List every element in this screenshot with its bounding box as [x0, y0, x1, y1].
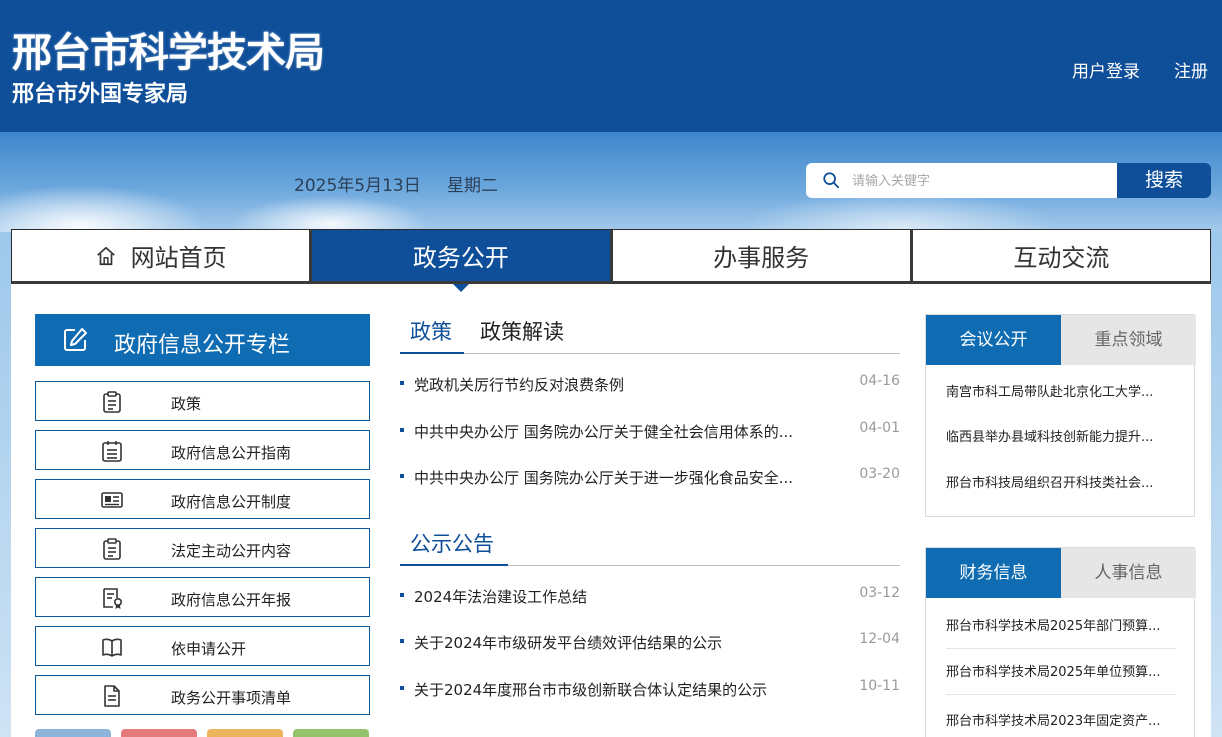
finance-item[interactable]: 邢台市科学技术局2023年固定资产... [946, 700, 1176, 737]
left-item-annual-report[interactable]: 政府信息公开年报 [35, 577, 370, 617]
report-badge-icon [103, 588, 123, 609]
left-item-on-request[interactable]: 依申请公开 [35, 626, 370, 666]
news-title: 中共中央办公厅 国务院办公厅关于健全社会信用体系的... [414, 423, 794, 441]
current-date: 2025年5月13日 [294, 176, 421, 196]
left-item-system[interactable]: 政府信息公开制度 [35, 479, 370, 519]
bullet [400, 593, 404, 597]
news-row[interactable]: 党政机关厉行节约反对浪费条例 04-16 [400, 372, 900, 396]
document-icon [104, 685, 120, 707]
left-item-label: 依申请公开 [171, 640, 247, 658]
notice-title: 2024年法治建设工作总结 [414, 588, 588, 606]
news-date: 04-16 [859, 373, 900, 389]
tab-finance[interactable]: 财务信息 [926, 548, 1061, 598]
quick-link-orange[interactable] [207, 729, 283, 737]
nav-gov-affairs-label: 政务公开 [412, 244, 509, 272]
divider [400, 353, 900, 354]
left-item-label: 政策 [171, 395, 202, 413]
register-link[interactable]: 注册 [1174, 57, 1208, 82]
tab-personnel[interactable]: 人事信息 [1061, 548, 1196, 598]
bullet [400, 639, 404, 643]
bullet [400, 686, 404, 690]
nav-interaction-label: 互动交流 [1013, 244, 1110, 272]
news-title: 党政机关厉行节约反对浪费条例 [414, 376, 625, 394]
tab-notices[interactable]: 公示公告 [410, 528, 494, 558]
notice-title: 关于2024年度邢台市市级创新联合体认定结果的公示 [414, 681, 768, 699]
news-title: 中共中央办公厅 国务院办公厅关于进一步强化食品安全... [414, 469, 794, 487]
left-item-checklist[interactable]: 政务公开事项清单 [35, 675, 370, 715]
left-item-label: 法定主动公开内容 [171, 542, 292, 560]
clipboard-icon [103, 391, 121, 413]
news-date: 03-20 [859, 466, 900, 482]
nav-home[interactable]: 网站首页 [12, 230, 313, 281]
left-item-label: 政务公开事项清单 [171, 689, 292, 707]
quick-link-blue[interactable] [35, 729, 111, 737]
news-row[interactable]: 中共中央办公厅 国务院办公厅关于健全社会信用体系的... 04-01 [400, 419, 900, 443]
meeting-box: 会议公开 重点领域 南宫市科工局带队赴北京化工大学... 临西县举办县域科技创新… [925, 314, 1196, 517]
login-link[interactable]: 用户登录 [1072, 57, 1140, 82]
quick-link-green[interactable] [293, 729, 369, 737]
nav-services[interactable]: 办事服务 [613, 230, 913, 281]
search-box [806, 163, 1118, 198]
tab-meetings[interactable]: 会议公开 [926, 315, 1061, 365]
finance-item[interactable]: 邢台市科学技术局2025年部门预算... [946, 605, 1176, 649]
left-item-statutory[interactable]: 法定主动公开内容 [35, 528, 370, 568]
left-item-label: 政府信息公开年报 [171, 591, 292, 609]
search-input[interactable] [852, 169, 1102, 193]
search-icon [823, 172, 840, 189]
site-title: 邢台市科学技术局 [12, 29, 325, 76]
tab-key-areas[interactable]: 重点领域 [1061, 315, 1196, 365]
left-item-label: 政府信息公开制度 [171, 493, 292, 511]
site-subtitle: 邢台市外国专家局 [12, 81, 189, 107]
notice-date: 12-04 [859, 631, 900, 647]
active-tab-underline [400, 352, 464, 354]
notice-row[interactable]: 关于2024年度邢台市市级创新联合体认定结果的公示 10-11 [400, 677, 900, 701]
left-item-guide[interactable]: 政府信息公开指南 [35, 430, 370, 470]
finance-box: 财务信息 人事信息 邢台市科学技术局2025年部门预算... 邢台市科学技术局2… [925, 547, 1196, 737]
bullet [400, 474, 404, 478]
site-header: 邢台市科学技术局 邢台市外国专家局 用户登录 注册 [0, 0, 1222, 132]
clipboard-icon [103, 538, 121, 560]
tab-policy[interactable]: 政策 [410, 316, 452, 346]
calendar-list-icon [102, 441, 122, 462]
notice-row[interactable]: 2024年法治建设工作总结 03-12 [400, 584, 900, 608]
left-item-label: 政府信息公开指南 [171, 444, 292, 462]
open-book-icon [102, 638, 122, 657]
meeting-item[interactable]: 临西县举办县域科技创新能力提升... [946, 416, 1176, 460]
nav-interaction[interactable]: 互动交流 [913, 230, 1210, 281]
notice-date: 10-11 [859, 678, 900, 694]
meeting-item[interactable]: 南宫市科工局带队赴北京化工大学... [946, 371, 1176, 415]
main-nav: 网站首页 政务公开 办事服务 互动交流 [11, 229, 1211, 292]
nav-home-label: 网站首页 [130, 244, 227, 272]
gov-info-column-title: 政府信息公开专栏 [114, 333, 291, 358]
edit-icon [64, 328, 87, 351]
meeting-item[interactable]: 邢台市科技局组织召开科技类社会... [946, 462, 1176, 506]
bullet [400, 428, 404, 432]
tab-policy-interpretation[interactable]: 政策解读 [480, 316, 564, 346]
search-button[interactable]: 搜索 [1117, 163, 1211, 198]
news-date: 04-01 [859, 420, 900, 436]
gov-info-column-header: 政府信息公开专栏 [35, 314, 370, 366]
nav-gov-affairs[interactable]: 政务公开 [312, 230, 613, 292]
notice-date: 03-12 [859, 585, 900, 601]
current-weekday: 星期二 [447, 176, 498, 196]
active-tab-underline [400, 564, 508, 566]
nav-services-label: 办事服务 [713, 244, 810, 272]
notice-row[interactable]: 关于2024年市级研发平台绩效评估结果的公示 12-04 [400, 630, 900, 654]
notice-title: 关于2024年市级研发平台绩效评估结果的公示 [414, 634, 723, 652]
home-icon [96, 246, 115, 265]
finance-item[interactable]: 邢台市科学技术局2025年单位预算... [946, 651, 1176, 695]
newspaper-icon [101, 492, 123, 508]
bullet [400, 381, 404, 385]
news-row[interactable]: 中共中央办公厅 国务院办公厅关于进一步强化食品安全... 03-20 [400, 465, 900, 489]
left-item-policy[interactable]: 政策 [35, 381, 370, 421]
quick-link-red[interactable] [121, 729, 197, 737]
